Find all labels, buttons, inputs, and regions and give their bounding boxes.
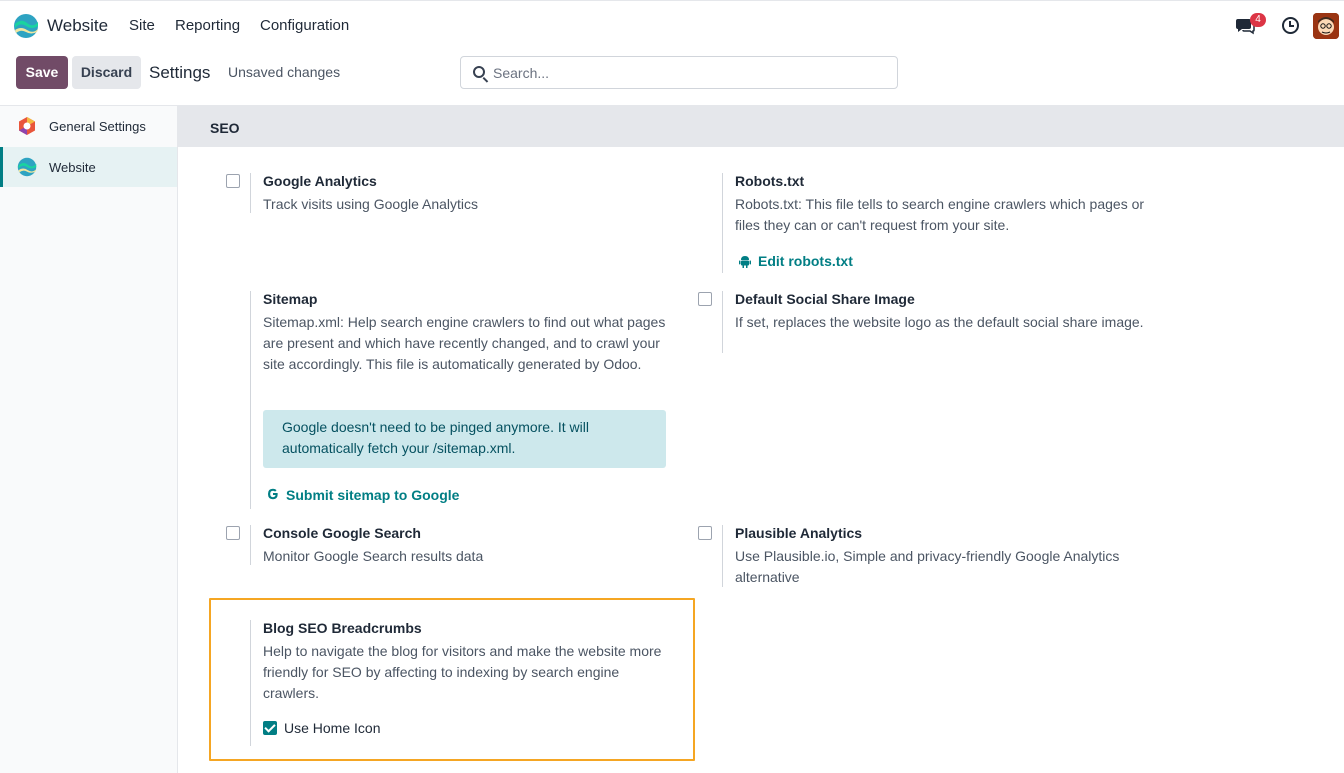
activity-clock-icon[interactable] [1282,17,1299,34]
divider [250,291,251,509]
setting-sitemap: Sitemap Sitemap.xml: Help search engine … [178,291,678,509]
page-title: Settings [149,63,211,82]
app-name[interactable]: Website [47,16,108,36]
website-app-icon[interactable] [13,13,39,39]
setting-social-share-image: Default Social Share Image If set, repla… [650,291,1150,353]
menu-reporting[interactable]: Reporting [175,17,240,34]
setting-google-analytics: Google Analytics Track visits using Goog… [178,173,678,233]
setting-title: Default Social Share Image [735,291,915,307]
edit-robots-link[interactable]: Edit robots.txt [758,253,853,269]
section-title: SEO [210,120,240,136]
setting-title: Console Google Search [263,525,421,541]
sidebar-item-label: General Settings [49,119,146,134]
divider [722,525,723,587]
search-box[interactable] [460,56,898,89]
divider [250,620,251,746]
setting-title: Robots.txt [735,173,805,189]
setting-robots-txt: Robots.txt Robots.txt: This file tells t… [650,173,1150,273]
divider [722,291,723,353]
avatar-face-icon [1313,13,1339,39]
setting-description: Use Plausible.io, Simple and privacy-fri… [735,548,1120,585]
use-home-icon-checkbox[interactable] [263,721,277,735]
google-analytics-checkbox[interactable] [226,174,240,188]
menu-configuration[interactable]: Configuration [260,17,349,34]
submit-sitemap-link[interactable]: Submit sitemap to Google [286,487,459,503]
setting-title: Sitemap [263,291,318,307]
top-navbar: Website Site Reporting Configuration 4 [0,0,1344,48]
sidebar-item-general-settings[interactable]: General Settings [0,106,177,146]
setting-title: Google Analytics [263,173,377,189]
chat-badge: 4 [1250,13,1266,27]
setting-description: Robots.txt: This file tells to search en… [735,196,1145,233]
sitemap-info-alert: Google doesn't need to be pinged anymore… [263,410,666,468]
general-settings-icon [19,117,35,135]
menu-site[interactable]: Site [129,17,155,34]
section-header: SEO [178,105,1344,147]
sidebar-item-label: Website [49,160,96,175]
setting-description: Track visits using Google Analytics [263,196,479,212]
setting-title: Plausible Analytics [735,525,863,541]
save-button[interactable]: Save [16,56,68,89]
setting-title: Blog SEO Breadcrumbs [263,620,422,636]
setting-description: If set, replaces the website logo as the… [735,314,1144,330]
unsaved-status: Unsaved changes [228,64,341,80]
use-home-icon-label[interactable]: Use Home Icon [284,720,380,736]
divider [250,525,251,565]
google-icon [268,488,278,500]
search-icon [473,66,485,78]
website-icon [17,157,37,177]
setting-plausible-analytics: Plausible Analytics Use Plausible.io, Si… [650,525,1150,587]
setting-description: Sitemap.xml: Help search engine crawlers… [263,314,666,372]
settings-sidebar: General Settings Website [0,105,178,773]
social-share-image-checkbox[interactable] [698,292,712,306]
sidebar-item-website[interactable]: Website [0,147,177,187]
setting-description: Help to navigate the blog for visitors a… [263,643,662,701]
discard-button[interactable]: Discard [72,56,141,89]
android-icon [739,256,751,268]
console-google-search-checkbox[interactable] [226,526,240,540]
plausible-analytics-checkbox[interactable] [698,526,712,540]
setting-blog-seo-breadcrumbs: Blog SEO Breadcrumbs Help to navigate th… [178,620,678,746]
search-input[interactable] [493,57,893,88]
setting-description: Monitor Google Search results data [263,548,484,564]
user-avatar[interactable] [1313,13,1339,39]
divider [250,173,251,213]
setting-console-google-search: Console Google Search Monitor Google Sea… [178,525,678,565]
divider [722,173,723,273]
